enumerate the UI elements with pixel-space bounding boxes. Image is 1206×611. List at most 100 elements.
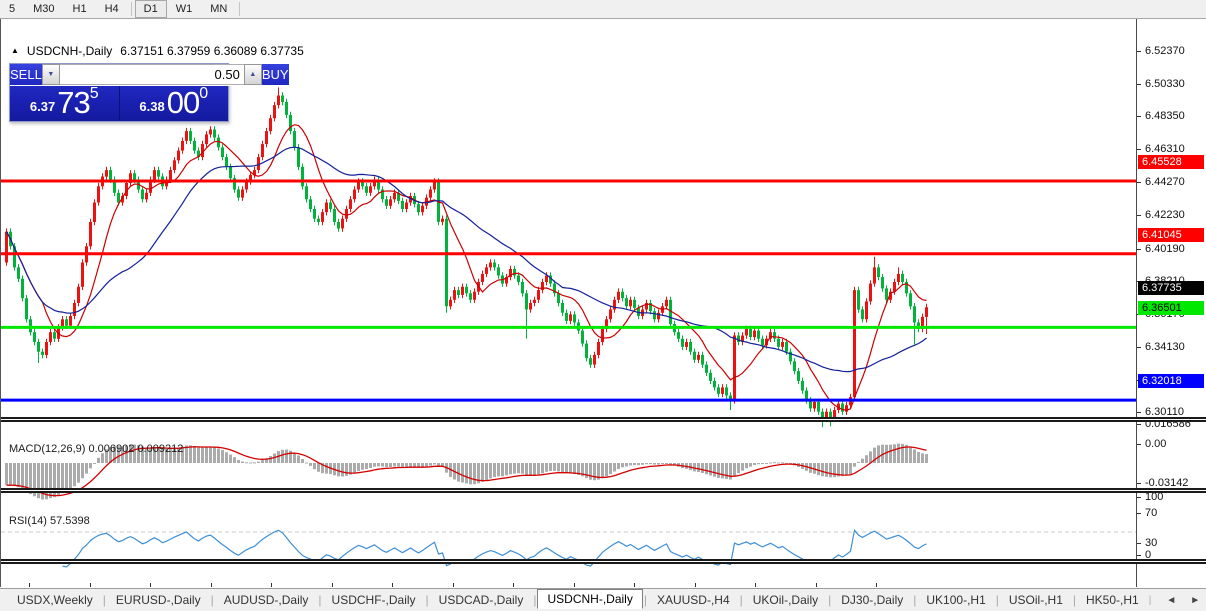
timeframe-button-h1[interactable]: H1 bbox=[64, 0, 96, 18]
rsi-value: 57.5398 bbox=[49, 515, 90, 527]
date-tickmark bbox=[513, 583, 514, 587]
axis-tickmark bbox=[1137, 347, 1141, 348]
sell-price[interactable]: 6.37 73 5 bbox=[10, 86, 120, 120]
date-tickmark bbox=[271, 583, 272, 587]
rsi-name: RSI(14) bbox=[9, 515, 47, 527]
timeframe-list: 5 M30 H1 H4 D1 W1 MN bbox=[0, 0, 243, 18]
timeframe-button-h4[interactable]: H4 bbox=[96, 0, 128, 18]
toolbar-separator bbox=[239, 2, 241, 16]
date-tickmark bbox=[90, 583, 91, 587]
axis-tick-label: 6.34130 bbox=[1145, 341, 1185, 353]
tab-usdx-weekly[interactable]: USDX,Weekly bbox=[8, 591, 102, 609]
axis-tickmark bbox=[1137, 483, 1141, 484]
one-click-trade-panel: SELL ▼ ▲ BUY 6.37 73 5 6.38 00 0 bbox=[9, 63, 289, 122]
date-tickmark bbox=[29, 583, 30, 587]
buy-price[interactable]: 6.38 00 0 bbox=[120, 86, 229, 120]
tab-hk50-h1[interactable]: HK50-,H1 bbox=[1077, 591, 1148, 609]
axis-tickmark bbox=[1137, 51, 1141, 52]
sell-price-big: 73 bbox=[57, 85, 90, 120]
axis-tick-label: 6.44270 bbox=[1145, 176, 1185, 188]
price-level-badge: 6.36501 bbox=[1138, 301, 1204, 315]
tab-usoil-h1[interactable]: USOil-,H1 bbox=[1000, 591, 1072, 609]
trading-terminal: { "toolbar": { "timeframes": ["5", "M30"… bbox=[0, 0, 1206, 611]
timeframe-button-w1[interactable]: W1 bbox=[167, 0, 202, 18]
timeframe-button-d1[interactable]: D1 bbox=[134, 0, 167, 18]
symbol-tabbar: USDX,Weekly | EURUSD-,Daily | AUDUSD-,Daily |… bbox=[0, 588, 1206, 611]
tab-uk100-h1[interactable]: UK100-,H1 bbox=[917, 591, 994, 609]
tab-audusd-daily[interactable]: AUDUSD-,Daily bbox=[215, 591, 318, 609]
axis-tick-label: 6.46310 bbox=[1145, 143, 1185, 155]
axis-tickmark bbox=[1137, 116, 1141, 117]
date-tickmark bbox=[634, 583, 635, 587]
axis-tickmark bbox=[1137, 215, 1141, 216]
axis-tick-label: 6.40190 bbox=[1145, 243, 1185, 255]
axis-tickmark bbox=[1137, 497, 1141, 498]
tab-xauusd-h4[interactable]: XAUUSD-,H4 bbox=[648, 591, 739, 609]
axis-tickmark bbox=[1137, 182, 1141, 183]
tab-scroll-arrows: | ◄ ► bbox=[1148, 595, 1206, 606]
tab-separator: | bbox=[1148, 594, 1152, 606]
rsi-plot[interactable] bbox=[1, 512, 1137, 578]
macd-signal-value: 0.009212 bbox=[137, 443, 184, 455]
buy-price-big: 00 bbox=[166, 85, 200, 120]
date-tickmark bbox=[876, 583, 877, 587]
axis-tickmark bbox=[1137, 412, 1141, 413]
tab-usdcad-daily[interactable]: USDCAD-,Daily bbox=[430, 591, 533, 609]
macd-name: MACD(12,26,9) bbox=[9, 443, 86, 455]
axis-tickmark bbox=[1137, 513, 1141, 514]
date-tickmark bbox=[453, 583, 454, 587]
axis-tick-label: 6.50330 bbox=[1145, 78, 1185, 90]
timeframe-button-mn[interactable]: MN bbox=[201, 0, 236, 18]
timeframe-button-5[interactable]: 5 bbox=[0, 0, 24, 18]
date-tickmark bbox=[392, 583, 393, 587]
chart-window[interactable]: ▲ USDCNH-,Daily 6.37151 6.37959 6.36089 … bbox=[0, 19, 1206, 606]
tab-usdchf-daily[interactable]: USDCHF-,Daily bbox=[323, 591, 425, 609]
macd-label: MACD(12,26,9) 0.006902 0.009212 bbox=[9, 443, 183, 455]
date-tickmark bbox=[695, 583, 696, 587]
tab-ukoil-daily[interactable]: UKOil-,Daily bbox=[744, 591, 827, 609]
axis-tick-label: 30 bbox=[1145, 537, 1158, 549]
tab-usdcnh-daily[interactable]: USDCNH-,Daily bbox=[537, 589, 643, 609]
date-tickmark bbox=[816, 583, 817, 587]
price-level-badge: 6.32018 bbox=[1138, 374, 1204, 388]
bid-price-badge: 6.37735 bbox=[1138, 281, 1204, 295]
panel-splitter[interactable] bbox=[1, 488, 1206, 493]
sell-button[interactable]: SELL bbox=[10, 64, 42, 86]
rsi-label: RSI(14) 57.5398 bbox=[9, 515, 90, 527]
axis-tickmark bbox=[1137, 543, 1141, 544]
axis-tick-label: 70 bbox=[1145, 507, 1158, 519]
sell-price-small: 6.37 bbox=[29, 99, 56, 114]
panel-splitter[interactable] bbox=[1, 417, 1206, 422]
volume-input[interactable] bbox=[59, 64, 244, 85]
tab-scroll-left-icon[interactable]: ◄ bbox=[1166, 595, 1176, 606]
axis-tickmark bbox=[1137, 555, 1141, 556]
axis-tickmark bbox=[1137, 84, 1141, 85]
date-tickmark bbox=[150, 583, 151, 587]
sell-price-sup: 5 bbox=[89, 85, 99, 102]
axis-tick-label: 0.00 bbox=[1145, 438, 1167, 450]
axis-tick-label: 6.52370 bbox=[1145, 45, 1185, 57]
ma-fast-line bbox=[5, 124, 927, 411]
price-level-badge: 6.45528 bbox=[1138, 155, 1204, 169]
chart-ohlc-values: 6.37151 6.37959 6.36089 6.37735 bbox=[120, 44, 304, 58]
chart-collapse-icon[interactable]: ▲ bbox=[11, 46, 19, 55]
volume-stepper: ▼ ▲ bbox=[41, 64, 262, 86]
buy-price-sup: 0 bbox=[199, 85, 209, 102]
tab-eurusd-daily[interactable]: EURUSD-,Daily bbox=[107, 591, 210, 609]
timeframe-toolbar: 5 M30 H1 H4 D1 W1 MN bbox=[0, 0, 1206, 19]
volume-decrease-button[interactable]: ▼ bbox=[41, 64, 60, 85]
axis-tickmark bbox=[1137, 149, 1141, 150]
price-level-badge: 6.41045 bbox=[1138, 228, 1204, 242]
volume-increase-button[interactable]: ▲ bbox=[243, 64, 262, 85]
timeframe-button-m30[interactable]: M30 bbox=[24, 0, 63, 18]
axis-tickmark bbox=[1137, 444, 1141, 445]
buy-price-small: 6.38 bbox=[139, 99, 165, 114]
tab-scroll-right-icon[interactable]: ► bbox=[1190, 595, 1200, 606]
tab-list: USDX,Weekly | EURUSD-,Daily | AUDUSD-,Daily |… bbox=[8, 589, 1148, 610]
buy-button[interactable]: BUY bbox=[261, 64, 289, 86]
axis-tickmark bbox=[1137, 249, 1141, 250]
chart-title: ▲ USDCNH-,Daily 6.37151 6.37959 6.36089 … bbox=[11, 44, 304, 58]
date-tickmark bbox=[574, 583, 575, 587]
tab-dj30-daily[interactable]: DJ30-,Daily bbox=[832, 591, 912, 609]
panel-splitter[interactable] bbox=[1, 559, 1206, 564]
